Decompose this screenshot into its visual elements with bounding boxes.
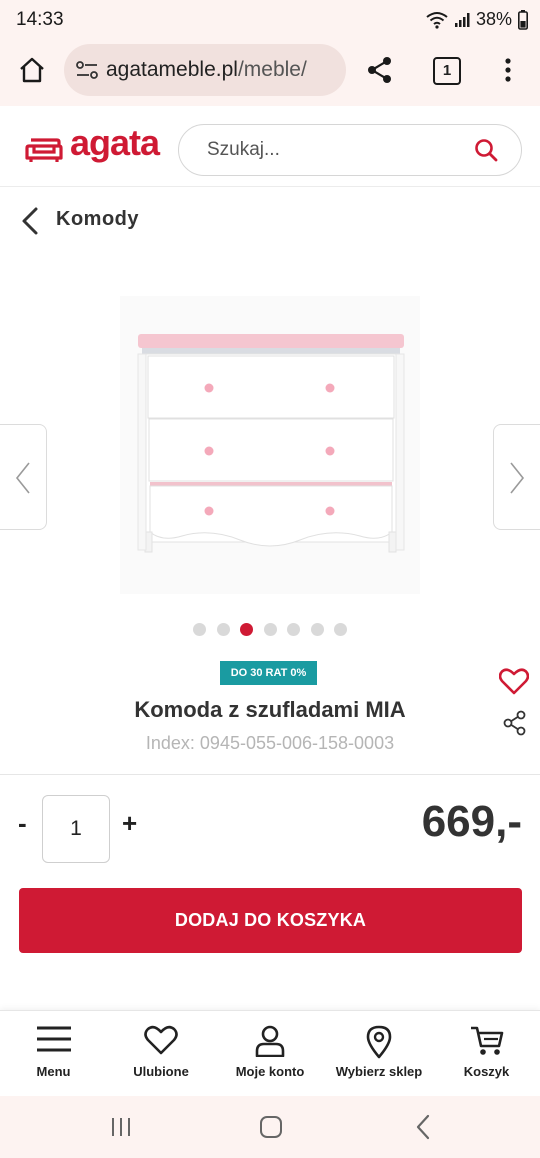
site-settings-icon[interactable] [76, 61, 98, 79]
status-indicators: 38% [426, 9, 528, 30]
carousel-dot-active[interactable] [240, 623, 253, 636]
product-index: Index: 0945-055-006-158-0003 [145, 733, 395, 753]
nav-label: Ulubione [133, 1064, 189, 1079]
search-icon[interactable] [474, 138, 498, 162]
carousel-dot[interactable] [264, 623, 277, 636]
nav-item-store[interactable]: Wybierz sklep [325, 1011, 433, 1097]
carousel-dot[interactable] [334, 623, 347, 636]
tab-switcher-button[interactable]: 1 [433, 57, 461, 85]
user-icon [255, 1025, 285, 1057]
system-navigation-bar [0, 1096, 540, 1158]
sofa-logo-icon [25, 138, 63, 162]
back-chevron-icon[interactable] [20, 206, 40, 236]
status-bar: 14:33 38% [0, 0, 540, 40]
chevron-left-icon [15, 462, 30, 494]
nav-label: Wybierz sklep [335, 1064, 423, 1079]
status-time: 14:33 [16, 9, 64, 30]
installment-badge: DO 30 RAT 0% [220, 661, 317, 685]
signal-icon [454, 12, 470, 27]
quantity-increase-button[interactable]: + [122, 808, 137, 839]
logo-text: agata [70, 122, 160, 163]
address-bar[interactable]: agatameble.pl/meble/ [64, 44, 346, 96]
favorite-heart-icon[interactable] [499, 667, 529, 695]
carousel-dot[interactable] [311, 623, 324, 636]
nav-item-account[interactable]: Moje konto [215, 1011, 325, 1097]
nav-label: Koszyk [463, 1064, 510, 1079]
tab-count: 1 [442, 62, 452, 79]
nav-label: Menu [36, 1064, 71, 1079]
browser-toolbar: agatameble.pl/meble/ 1 [0, 40, 540, 106]
product-title: Komoda z szufladami MIA [134, 697, 406, 722]
chevron-right-icon [510, 462, 525, 494]
menu-icon [36, 1026, 71, 1052]
product-image[interactable] [120, 296, 420, 594]
url-domain: agatameble.pl [106, 58, 238, 81]
breadcrumb-komody[interactable]: Komody [56, 208, 139, 231]
nav-item-menu[interactable]: Menu [0, 1011, 107, 1097]
carousel-prev-button[interactable] [0, 424, 47, 530]
url-path: /meble/ [237, 58, 307, 81]
carousel-next-button[interactable] [493, 424, 540, 530]
quantity-decrease-button[interactable]: - [18, 808, 27, 839]
recent-apps-icon[interactable] [110, 1116, 132, 1138]
back-button-icon[interactable] [414, 1114, 432, 1140]
site-header: agata Szukaj... [0, 106, 540, 187]
divider [0, 774, 540, 775]
home-icon[interactable] [18, 56, 46, 84]
wifi-icon [426, 11, 448, 29]
carousel-dot[interactable] [217, 623, 230, 636]
add-to-cart-button[interactable]: DODAJ DO KOSZYKA [19, 888, 522, 953]
search-placeholder: Szukaj... [207, 139, 280, 160]
product-price: 669,- [421, 797, 522, 846]
dresser-image [120, 296, 420, 594]
nav-item-cart[interactable]: Koszyk [433, 1011, 540, 1097]
location-pin-icon [366, 1025, 392, 1059]
carousel-dot[interactable] [193, 623, 206, 636]
carousel-dot[interactable] [287, 623, 300, 636]
more-options-icon[interactable] [502, 57, 514, 85]
heart-icon [144, 1025, 178, 1055]
battery-icon [518, 9, 528, 30]
quantity-input[interactable]: 1 [42, 795, 110, 863]
search-input[interactable]: Szukaj... [178, 124, 522, 176]
bottom-navigation: Menu Ulubione Moje konto Wybierz sklep K… [0, 1010, 540, 1097]
home-button-icon[interactable] [259, 1115, 283, 1139]
cart-icon [470, 1026, 503, 1055]
nav-label: Moje konto [235, 1064, 305, 1079]
battery-percent: 38% [475, 9, 512, 29]
url-text: agatameble.pl/meble/ [106, 58, 307, 82]
share-icon[interactable] [366, 56, 394, 84]
nav-item-favorites[interactable]: Ulubione [107, 1011, 215, 1097]
